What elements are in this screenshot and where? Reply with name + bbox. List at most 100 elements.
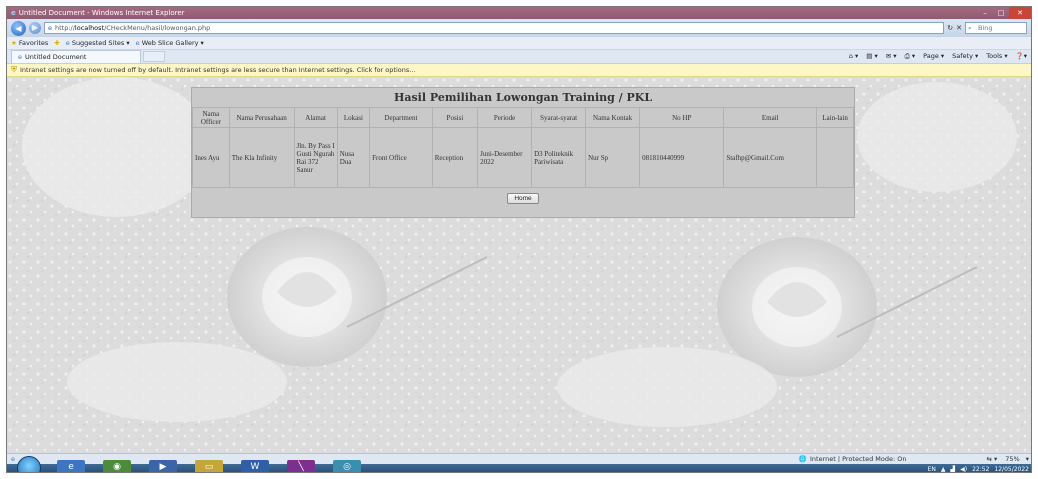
zoom-level[interactable]: 75% bbox=[1005, 455, 1019, 463]
column-header: Department bbox=[369, 107, 433, 128]
title-bar: e Untitled Document - Windows Internet E… bbox=[7, 7, 1031, 19]
clock-date[interactable]: 12/05/2022 bbox=[994, 466, 1029, 473]
system-tray: EN ▲ ▟ ◀) 22:52 12/05/2022 bbox=[928, 464, 1029, 473]
mail-icon[interactable]: ✉ ▾ bbox=[886, 52, 897, 61]
language-indicator[interactable]: EN bbox=[928, 466, 936, 473]
favorites-button[interactable]: ★ Favorites bbox=[11, 39, 48, 47]
suggested-sites-label: Suggested Sites ▾ bbox=[71, 39, 130, 47]
refresh-icon[interactable]: ↻ bbox=[947, 24, 953, 32]
cell-email: Stafhp@Gmail.Com bbox=[723, 127, 818, 188]
page-status-icon: e bbox=[11, 455, 15, 463]
infobar-message: Intranet settings are now turned off by … bbox=[20, 66, 416, 74]
tab-bar: e Untitled Document ⌂ ▾ ▤ ▾ ✉ ▾ ⎙ ▾ Page… bbox=[7, 50, 1031, 64]
search-input[interactable]: ⌕ Bing bbox=[965, 22, 1027, 34]
zone-label: Internet | Protected Mode: On bbox=[809, 455, 907, 463]
window-title: Untitled Document - Windows Internet Exp… bbox=[18, 9, 185, 17]
web-slice-icon: e bbox=[135, 39, 140, 47]
cell-department: Front Office bbox=[369, 127, 433, 188]
column-header: Periode bbox=[477, 107, 533, 128]
network-icon[interactable]: ▟ bbox=[951, 466, 956, 473]
page-menu[interactable]: Page ▾ bbox=[923, 52, 944, 61]
protected-mode-icon[interactable]: ⇆ ▾ bbox=[987, 455, 998, 463]
ie-window: e Untitled Document - Windows Internet E… bbox=[6, 6, 1032, 473]
cell-periode: Juni-Desember 2022 bbox=[477, 127, 533, 188]
column-header: Nama Kontak bbox=[585, 107, 641, 128]
back-button[interactable]: ◀ bbox=[11, 20, 26, 36]
taskbar-pinned-apps: e ◉ ▶ ▭ W ╲ ◎ bbox=[57, 460, 361, 472]
command-bar: ⌂ ▾ ▤ ▾ ✉ ▾ ⎙ ▾ Page ▾ Safety ▾ Tools ▾ … bbox=[849, 52, 1027, 61]
home-row: Home bbox=[192, 193, 854, 204]
url-field[interactable]: e http://localhost/CHeckMenu/hasil/lowon… bbox=[44, 22, 945, 34]
cell-no-hp: 081810440999 bbox=[639, 127, 725, 188]
home-button[interactable]: Home bbox=[507, 193, 539, 204]
url-path: /CHeckMenu/hasil/lowongan.php bbox=[104, 24, 211, 32]
web-slice-gallery-link[interactable]: e Web Slice Gallery ▾ bbox=[136, 39, 204, 47]
result-panel: Hasil Pemilihan Lowongan Training / PKL … bbox=[191, 87, 855, 218]
ie-taskbar-icon[interactable]: e bbox=[57, 460, 85, 472]
favorites-add-icon[interactable]: ✚ bbox=[54, 39, 59, 47]
table-header-row: Nama Officer Nama Perusahaan Alamat Loka… bbox=[192, 107, 854, 128]
forward-button[interactable]: ▶ bbox=[29, 22, 41, 34]
maximize-button[interactable]: □ bbox=[993, 7, 1009, 19]
search-icon: ⌕ bbox=[968, 24, 972, 32]
tab-page-icon: e bbox=[18, 53, 22, 61]
zoom-chevron-icon[interactable]: ▾ bbox=[1026, 455, 1029, 463]
page-icon: e bbox=[48, 24, 52, 32]
suggested-sites-link[interactable]: e Suggested Sites ▾ bbox=[66, 39, 130, 47]
cell-nama-kontak: Nur Sp bbox=[585, 127, 641, 188]
column-header: Nama Officer bbox=[192, 107, 230, 128]
star-icon: ★ bbox=[11, 39, 17, 47]
minimize-button[interactable]: – bbox=[977, 7, 993, 19]
home-icon[interactable]: ⌂ ▾ bbox=[849, 52, 858, 61]
feeds-icon[interactable]: ▤ ▾ bbox=[866, 52, 877, 61]
globe-icon: 🌐 bbox=[798, 455, 807, 463]
favorites-bar: ★ Favorites ✚ e Suggested Sites ▾ e Web … bbox=[7, 37, 1031, 50]
ie-logo-icon: e bbox=[11, 9, 16, 17]
results-table: Nama Officer Nama Perusahaan Alamat Loka… bbox=[192, 107, 854, 188]
new-tab-button[interactable] bbox=[143, 51, 165, 62]
chrome-taskbar-icon[interactable]: ◉ bbox=[103, 460, 131, 472]
column-header: Alamat bbox=[293, 107, 338, 128]
cell-lain-lain bbox=[816, 127, 854, 188]
taskbar: e ◉ ▶ ▭ W ╲ ◎ EN ▲ ▟ ◀) 22:52 12/05/2022 bbox=[7, 456, 1031, 473]
url-host: localhost bbox=[74, 24, 105, 32]
security-zone[interactable]: 🌐 Internet | Protected Mode: On bbox=[799, 455, 907, 463]
web-slice-label: Web Slice Gallery ▾ bbox=[141, 39, 204, 47]
cell-nama-officer: Ines Ayu bbox=[192, 127, 230, 188]
cell-posisi: Reception bbox=[431, 127, 479, 188]
media-player-taskbar-icon[interactable]: ▶ bbox=[149, 460, 177, 472]
column-header: Lain-lain bbox=[816, 107, 854, 128]
tab-untitled-document[interactable]: e Untitled Document bbox=[11, 50, 141, 63]
favorites-label: Favorites bbox=[18, 39, 49, 47]
result-title: Hasil Pemilihan Lowongan Training / PKL bbox=[393, 91, 653, 104]
address-tools: ↻ ✕ bbox=[947, 24, 962, 32]
column-header: Lokasi bbox=[336, 107, 371, 128]
explorer-taskbar-icon[interactable]: ▭ bbox=[195, 460, 223, 472]
information-bar[interactable]: ⛨ Intranet settings are now turned off b… bbox=[7, 64, 1031, 77]
column-header: Syarat-syarat bbox=[531, 107, 587, 128]
window-controls: – □ ✕ bbox=[977, 7, 1031, 19]
cell-alamat: Jln. By Pass I Gusti Ngurah Rai 372 Sanu… bbox=[293, 127, 338, 188]
editor-taskbar-icon[interactable]: ╲ bbox=[287, 460, 315, 472]
close-button[interactable]: ✕ bbox=[1009, 7, 1031, 19]
column-header: Email bbox=[723, 107, 818, 128]
tab-label: Untitled Document bbox=[25, 53, 87, 61]
page-content: Hasil Pemilihan Lowongan Training / PKL … bbox=[7, 77, 1031, 453]
volume-icon[interactable]: ◀) bbox=[960, 466, 967, 473]
cell-syarat: D3 Politeknik Pariwisata bbox=[531, 127, 587, 188]
safety-menu[interactable]: Safety ▾ bbox=[952, 52, 978, 61]
stop-icon[interactable]: ✕ bbox=[956, 24, 962, 32]
tools-menu[interactable]: Tools ▾ bbox=[986, 52, 1007, 61]
help-icon[interactable]: ❓▾ bbox=[1016, 52, 1027, 61]
warning-shield-icon: ⛨ bbox=[11, 65, 17, 74]
start-button[interactable] bbox=[17, 456, 41, 472]
clock-time[interactable]: 22:52 bbox=[972, 466, 989, 473]
table-row: Ines Ayu The Kla Infinity Jln. By Pass I… bbox=[192, 127, 854, 188]
column-header: Posisi bbox=[431, 107, 479, 128]
address-bar: ◀ ▶ e http://localhost/CHeckMenu/hasil/l… bbox=[7, 19, 1031, 37]
print-icon[interactable]: ⎙ ▾ bbox=[905, 52, 916, 61]
word-taskbar-icon[interactable]: W bbox=[241, 460, 269, 472]
column-header: No HP bbox=[639, 107, 725, 128]
tray-arrow-icon[interactable]: ▲ bbox=[941, 466, 946, 473]
chrome-active-taskbar-icon[interactable]: ◎ bbox=[333, 460, 361, 472]
